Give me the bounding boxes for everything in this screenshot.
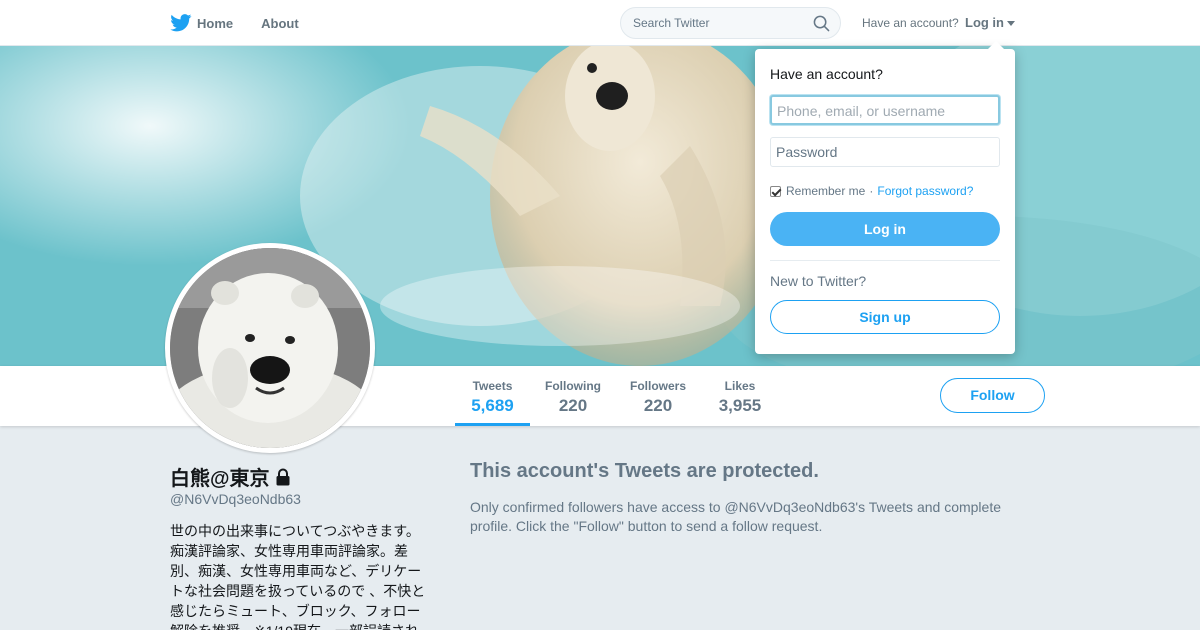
have-account-text: Have an account? <box>862 16 959 30</box>
stat-tweets[interactable]: Tweets 5,689 <box>455 366 530 426</box>
nav-about[interactable]: About <box>261 16 299 31</box>
forgot-password-link[interactable]: Forgot password? <box>877 184 973 198</box>
caret-down-icon <box>1007 21 1015 27</box>
stat-followers-value: 220 <box>643 396 673 415</box>
stat-following-value: 220 <box>558 396 588 415</box>
signup-button[interactable]: Sign up <box>770 300 1000 334</box>
username-input[interactable]: Phone, email, or username <box>770 95 1000 125</box>
remember-me-checkbox[interactable] <box>770 185 781 197</box>
protected-description: Only confirmed followers have access to … <box>470 499 1002 534</box>
profile-handle[interactable]: @N6VvDq3eoNdb63 <box>170 491 301 507</box>
stat-followers[interactable]: Followers 220 <box>623 366 693 426</box>
lock-icon <box>276 468 290 485</box>
password-input[interactable]: Password <box>770 137 1000 167</box>
nav-left: Home About <box>170 0 327 46</box>
login-dropdown-panel: Have an account? Phone, email, or userna… <box>755 41 1015 354</box>
nav-home-label: Home <box>197 15 234 31</box>
remember-me-label[interactable]: Remember me <box>786 184 865 198</box>
search-input[interactable]: Search Twitter <box>620 7 841 39</box>
profile-avatar[interactable] <box>165 243 375 453</box>
nav-home[interactable]: Home <box>170 14 233 32</box>
twitter-bird-icon <box>170 14 192 32</box>
login-panel-heading: Have an account? <box>770 66 883 82</box>
nav-about-label: About <box>261 15 299 31</box>
login-dropdown-toggle[interactable]: Log in <box>965 15 1015 30</box>
stat-following-label: Following <box>545 379 601 393</box>
stat-followers-label: Followers <box>629 379 686 393</box>
search-icon[interactable] <box>813 15 830 32</box>
avatar-polar-bear-image <box>170 248 370 448</box>
remember-me-row: Remember me · Forgot password? <box>770 184 973 198</box>
profile-bio: 世の中の出来事についてつぶやきます。痴漢評論家、女性専用車両評論家。差別、痴漢、… <box>170 523 426 630</box>
new-to-twitter-text: New to Twitter? <box>770 273 867 289</box>
profile-name[interactable]: 白熊@東京 <box>170 462 291 491</box>
profile-name-text: 白熊@東京 <box>170 468 270 490</box>
login-submit-button[interactable]: Log in <box>770 212 1000 246</box>
stat-likes[interactable]: Likes 3,955 <box>710 366 770 426</box>
stat-tweets-value: 5,689 <box>471 396 514 415</box>
stat-following[interactable]: Following 220 <box>538 366 608 426</box>
top-navigation-bar: Home About Search Twitter Have an accoun… <box>0 0 1200 46</box>
stat-likes-label: Likes <box>724 379 756 393</box>
password-placeholder: Password <box>776 144 838 160</box>
login-panel-divider <box>770 260 1000 261</box>
stat-likes-value: 3,955 <box>718 396 762 415</box>
stat-tweets-label: Tweets <box>472 379 513 393</box>
username-placeholder: Phone, email, or username <box>777 103 946 119</box>
login-toggle-label: Log in <box>965 15 1004 30</box>
protected-title: This account's Tweets are protected. <box>470 460 819 482</box>
search-placeholder: Search Twitter <box>633 16 710 30</box>
follow-button[interactable]: Follow <box>940 378 1045 413</box>
remember-separator: · <box>869 184 874 198</box>
